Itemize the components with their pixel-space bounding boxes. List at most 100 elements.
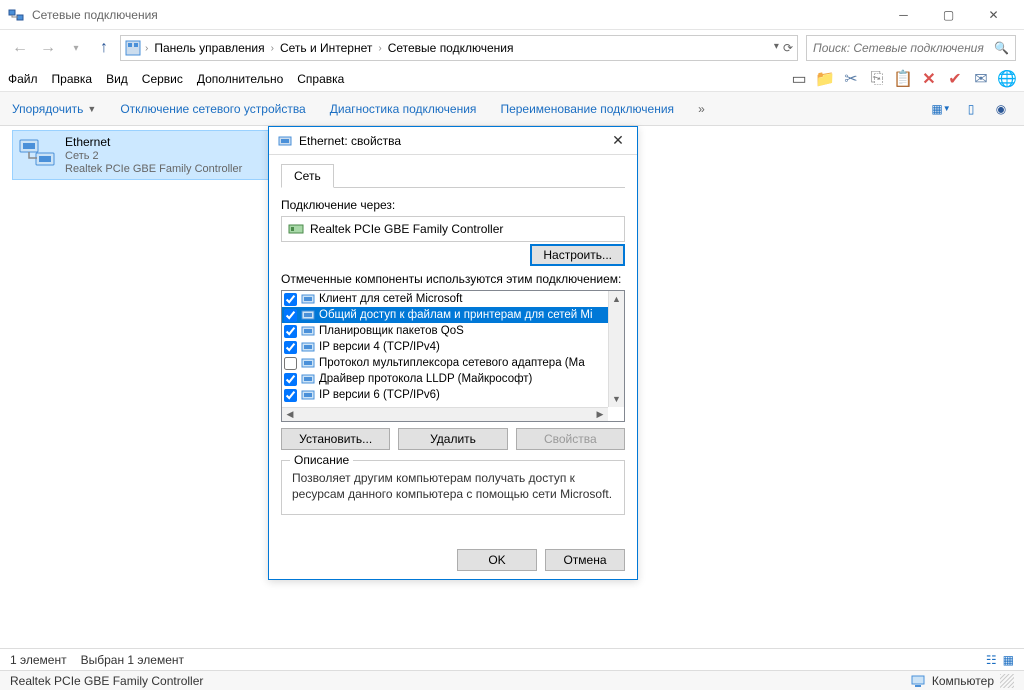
up-button[interactable]: ↑ bbox=[92, 36, 116, 60]
tab-network[interactable]: Сеть bbox=[281, 164, 334, 188]
mail-icon[interactable]: ✉ bbox=[972, 70, 990, 88]
component-label: Общий доступ к файлам и принтерам для се… bbox=[319, 309, 593, 321]
component-checkbox[interactable] bbox=[284, 309, 297, 322]
description-text: Позволяет другим компьютерам получать до… bbox=[292, 471, 614, 502]
close-window-button[interactable]: ✕ bbox=[971, 0, 1016, 30]
breadcrumb-network-connections[interactable]: Сетевые подключения bbox=[386, 39, 516, 57]
ethernet-adapter-icon bbox=[17, 135, 57, 175]
search-box[interactable]: 🔍 bbox=[806, 35, 1016, 61]
check-icon[interactable]: ✔ bbox=[946, 70, 964, 88]
component-label: IP версии 4 (TCP/IPv4) bbox=[319, 341, 440, 353]
command-bar: Упорядочить ▼ Отключение сетевого устрой… bbox=[0, 92, 1024, 126]
scroll-up-icon[interactable]: ▲ bbox=[609, 291, 624, 307]
nic-icon bbox=[288, 221, 304, 237]
component-checkbox[interactable] bbox=[284, 293, 297, 306]
component-row[interactable]: Общий доступ к файлам и принтерам для се… bbox=[282, 307, 608, 323]
scroll-down-icon[interactable]: ▼ bbox=[609, 391, 624, 407]
remove-button[interactable]: Удалить bbox=[398, 428, 507, 450]
cancel-button[interactable]: Отмена bbox=[545, 549, 625, 571]
component-icon bbox=[301, 372, 315, 386]
component-row[interactable]: Планировщик пакетов QoS bbox=[282, 323, 608, 339]
menu-view[interactable]: Вид bbox=[106, 72, 128, 86]
folder-icon[interactable]: 📁 bbox=[816, 70, 834, 88]
component-checkbox[interactable] bbox=[284, 389, 297, 402]
menu-bar: Файл Правка Вид Сервис Дополнительно Спр… bbox=[0, 66, 1024, 92]
scissors-icon[interactable]: ✂ bbox=[842, 70, 860, 88]
address-bar-row: ← → ▾ ↑ › Панель управления › Сеть и Инт… bbox=[0, 30, 1024, 66]
copy-icon[interactable]: ⎘ bbox=[868, 70, 886, 88]
preview-pane-button[interactable]: ▯ bbox=[960, 100, 982, 118]
hscroll-track[interactable] bbox=[298, 408, 592, 421]
view-icons-button[interactable]: ▦▼ bbox=[930, 100, 952, 118]
ok-button[interactable]: OK bbox=[457, 549, 537, 571]
status-bar-2: Realtek PCIe GBE Family Controller Компь… bbox=[0, 670, 1024, 690]
minimize-button[interactable]: ─ bbox=[881, 0, 926, 30]
horizontal-scrollbar[interactable]: ◀ ▶ bbox=[282, 407, 608, 421]
component-checkbox[interactable] bbox=[284, 373, 297, 386]
description-legend: Описание bbox=[290, 453, 353, 467]
cmd-disable-device[interactable]: Отключение сетевого устройства bbox=[120, 102, 305, 116]
dialog-body: Сеть Подключение через: Realtek PCIe GBE… bbox=[269, 155, 637, 579]
breadcrumb-sep-icon: › bbox=[271, 43, 274, 54]
adapter-name-text: Realtek PCIe GBE Family Controller bbox=[310, 222, 503, 236]
forward-button[interactable]: → bbox=[36, 36, 60, 60]
back-button[interactable]: ← bbox=[8, 36, 32, 60]
resize-grip-icon[interactable] bbox=[1000, 674, 1014, 688]
components-list[interactable]: Клиент для сетей Microsoft Общий доступ к… bbox=[282, 291, 608, 407]
menu-edit[interactable]: Правка bbox=[52, 72, 93, 86]
component-checkbox[interactable] bbox=[284, 341, 297, 354]
ethernet-properties-dialog: Ethernet: свойства ✕ Сеть Подключение че… bbox=[268, 126, 638, 580]
menu-service[interactable]: Сервис bbox=[142, 72, 183, 86]
scroll-left-icon[interactable]: ◀ bbox=[282, 408, 298, 421]
rectangle-icon[interactable]: ▭ bbox=[790, 70, 808, 88]
status-selected-count: Выбран 1 элемент bbox=[81, 653, 184, 667]
control-panel-icon bbox=[125, 40, 141, 56]
component-row[interactable]: Драйвер протокола LLDP (Майкрософт) bbox=[282, 371, 608, 387]
cmd-rename[interactable]: Переименование подключения bbox=[500, 102, 674, 116]
view-large-icons-icon[interactable]: ▦ bbox=[1003, 653, 1014, 667]
properties-button: Свойства bbox=[516, 428, 625, 450]
view-details-icon[interactable]: ☷ bbox=[986, 653, 997, 667]
component-row[interactable]: IP версии 6 (TCP/IPv6) bbox=[282, 387, 608, 403]
refresh-icon[interactable]: ⟳ bbox=[783, 41, 793, 55]
network-connection-item[interactable]: Ethernet Сеть 2 Realtek PCIe GBE Family … bbox=[12, 130, 272, 180]
component-row[interactable]: Клиент для сетей Microsoft bbox=[282, 291, 608, 307]
status-computer-label: Компьютер bbox=[932, 674, 994, 688]
breadcrumb-control-panel[interactable]: Панель управления bbox=[152, 39, 266, 57]
scroll-right-icon[interactable]: ▶ bbox=[592, 408, 608, 421]
recent-locations-button[interactable]: ▾ bbox=[64, 36, 88, 60]
adapter-icon bbox=[277, 133, 293, 149]
status-controller-name: Realtek PCIe GBE Family Controller bbox=[10, 674, 203, 688]
component-checkbox[interactable] bbox=[284, 357, 297, 370]
paste-icon[interactable]: 📋 bbox=[894, 70, 912, 88]
search-input[interactable] bbox=[813, 41, 994, 55]
help-button[interactable]: ◉ bbox=[990, 100, 1012, 118]
component-row[interactable]: IP версии 4 (TCP/IPv4) bbox=[282, 339, 608, 355]
menu-extra[interactable]: Дополнительно bbox=[197, 72, 283, 86]
menu-help[interactable]: Справка bbox=[297, 72, 344, 86]
breadcrumb[interactable]: › Панель управления › Сеть и Интернет › … bbox=[120, 35, 798, 61]
delete-icon[interactable]: ✕ bbox=[920, 70, 938, 88]
configure-button[interactable]: Настроить... bbox=[530, 244, 625, 266]
dialog-title-bar[interactable]: Ethernet: свойства ✕ bbox=[269, 127, 637, 155]
menu-file[interactable]: Файл bbox=[8, 72, 38, 86]
cmd-overflow[interactable]: » bbox=[698, 102, 705, 116]
component-checkbox[interactable] bbox=[284, 325, 297, 338]
vertical-scrollbar[interactable]: ▲ ▼ bbox=[608, 291, 624, 407]
cmd-organize[interactable]: Упорядочить ▼ bbox=[12, 102, 96, 116]
component-row[interactable]: Протокол мультиплексора сетевого адаптер… bbox=[282, 355, 608, 371]
scroll-track[interactable] bbox=[609, 307, 624, 391]
dialog-close-button[interactable]: ✕ bbox=[607, 132, 629, 149]
cmd-diagnose[interactable]: Диагностика подключения bbox=[330, 102, 477, 116]
breadcrumb-sep-icon: › bbox=[378, 43, 381, 54]
breadcrumb-network-internet[interactable]: Сеть и Интернет bbox=[278, 39, 374, 57]
dialog-footer: OK Отмена bbox=[281, 545, 625, 571]
description-group: Описание Позволяет другим компьютерам по… bbox=[281, 460, 625, 515]
install-button[interactable]: Установить... bbox=[281, 428, 390, 450]
globe-icon[interactable]: 🌐 bbox=[998, 70, 1016, 88]
toolbar-icons: ▭ 📁 ✂ ⎘ 📋 ✕ ✔ ✉ 🌐 bbox=[790, 70, 1016, 88]
search-icon[interactable]: 🔍 bbox=[994, 41, 1009, 55]
dropdown-icon[interactable]: ▾ bbox=[774, 41, 779, 55]
component-icon bbox=[301, 356, 315, 370]
maximize-button[interactable]: ▢ bbox=[926, 0, 971, 30]
